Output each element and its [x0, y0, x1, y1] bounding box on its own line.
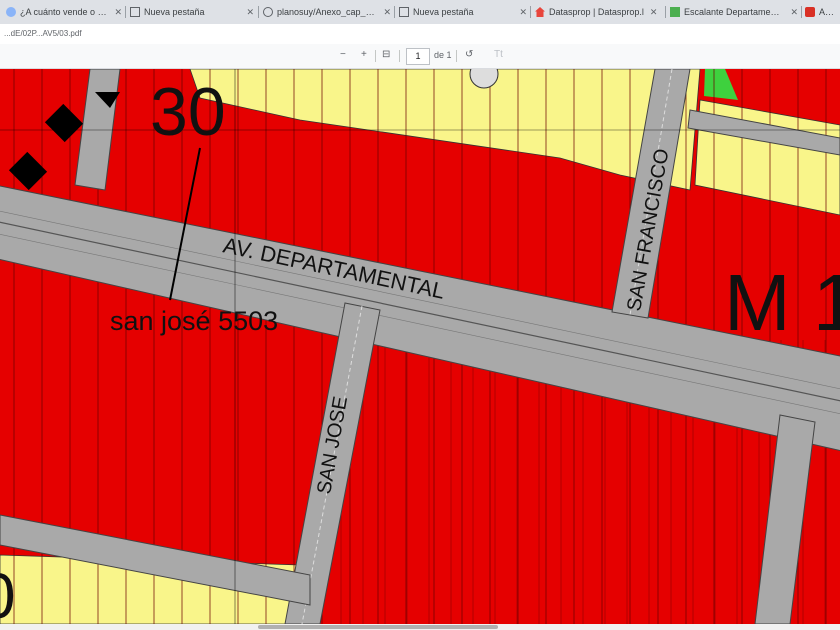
page-number-input[interactable]: 1	[406, 48, 430, 65]
zoom-in-button[interactable]: +	[361, 49, 367, 60]
tab-5[interactable]: Datasprop | Datasprop.l ✕	[535, 3, 661, 21]
address-bar[interactable]: ...dE/02P...AV5/03.pdf	[0, 24, 840, 45]
corner-digit-label: 0	[0, 560, 16, 624]
pdf-icon	[805, 7, 815, 17]
close-icon[interactable]: ✕	[114, 7, 122, 18]
close-icon[interactable]: ✕	[246, 7, 254, 18]
browser-tab-strip: ¿A cuánto vende o arrienda? ✕ Nueva pest…	[0, 0, 840, 25]
tab-5-label: Datasprop | Datasprop.l	[549, 7, 644, 17]
tab-2[interactable]: Nueva pestaña ✕	[130, 3, 254, 21]
zoom-out-button[interactable]: −	[340, 49, 346, 60]
sector-number-label: 30	[150, 74, 226, 150]
tab-6-label: Escalante Departamental De la	[684, 7, 785, 17]
new-tab-icon	[399, 7, 409, 17]
tab-1-label: ¿A cuánto vende o arrienda?	[20, 7, 109, 17]
tab-2-label: Nueva pestaña	[144, 7, 205, 17]
tab-4[interactable]: Nueva pestaña ✕	[399, 3, 527, 21]
block-label: M 1	[724, 258, 840, 347]
tab-6[interactable]: Escalante Departamental De la ✕	[670, 3, 798, 21]
globe-icon	[263, 7, 273, 17]
fit-page-icon[interactable]: ⊟	[382, 49, 390, 60]
tab-7[interactable]: ANTEC	[805, 3, 840, 21]
horizontal-scrollbar[interactable]	[0, 624, 840, 630]
new-tab-icon	[130, 7, 140, 17]
close-icon[interactable]: ✕	[519, 7, 527, 18]
close-icon[interactable]: ✕	[383, 7, 391, 18]
tab-3-label: planosuy/Anexo_cap_dSan...3	[277, 7, 377, 17]
page-total: de 1	[434, 50, 452, 60]
zoning-map: 30 AV. DEPARTAMENTAL san josé 5503 SAN J…	[0, 69, 840, 624]
address-text[interactable]: ...dE/02P...AV5/03.pdf	[4, 29, 82, 38]
rotate-icon[interactable]: ↺	[465, 49, 473, 60]
close-icon[interactable]: ✕	[650, 7, 658, 18]
flag-icon	[670, 7, 680, 17]
tab-4-label: Nueva pestaña	[413, 7, 474, 17]
close-icon[interactable]: ✕	[790, 7, 798, 18]
tab-3[interactable]: planosuy/Anexo_cap_dSan...3 ✕	[263, 3, 391, 21]
text-tool-icon[interactable]: Tt	[494, 49, 503, 60]
generic-page-icon	[6, 7, 16, 17]
tab-7-label: ANTEC	[819, 7, 840, 17]
annotation-label: san josé 5503	[110, 306, 278, 336]
scrollbar-thumb[interactable]	[258, 625, 498, 629]
pdf-viewer[interactable]: 30 AV. DEPARTAMENTAL san josé 5503 SAN J…	[0, 69, 840, 624]
pdf-toolbar: − + ⊟ 1 de 1 ↺ Tt	[0, 44, 840, 69]
house-icon	[535, 7, 545, 17]
tab-1[interactable]: ¿A cuánto vende o arrienda? ✕	[6, 3, 122, 21]
